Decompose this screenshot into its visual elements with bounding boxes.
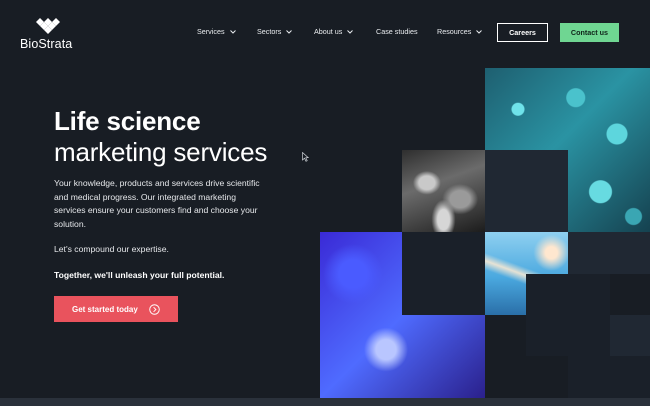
nav-label: Resources	[437, 27, 472, 36]
careers-button[interactable]: Careers	[497, 23, 548, 42]
mosaic-block	[485, 150, 568, 233]
nav-label: About us	[314, 27, 343, 36]
mosaic-block	[402, 232, 485, 315]
mosaic-block	[568, 232, 650, 274]
nav-label: Sectors	[257, 27, 282, 36]
mosaic-block	[568, 356, 650, 400]
contact-button[interactable]: Contact us	[560, 23, 619, 42]
logo-diamonds-icon	[36, 18, 60, 34]
nav-label: Case studies	[376, 27, 418, 36]
nav-item-sectors[interactable]: Sectors	[257, 27, 293, 36]
hero-line-compound: Let's compound our expertise.	[54, 244, 169, 254]
hero-title-bold: Life science	[54, 106, 201, 136]
nav-item-case-studies[interactable]: Case studies	[376, 27, 418, 36]
mouse-cursor-icon	[302, 152, 309, 162]
mosaic-block	[610, 315, 650, 356]
nav-item-services[interactable]: Services	[197, 27, 237, 36]
nav-label: Services	[197, 27, 225, 36]
page-bottom-strip	[0, 398, 650, 406]
arrow-right-circle-icon	[149, 303, 160, 315]
chevron-down-icon	[229, 29, 236, 34]
get-started-button[interactable]: Get started today	[54, 296, 178, 322]
fur-texture-image	[402, 150, 485, 232]
nav-item-about[interactable]: About us	[314, 27, 354, 36]
hero-title-light: marketing services	[54, 137, 268, 167]
get-started-label: Get started today	[72, 304, 138, 314]
hero-line-unleash: Together, we'll unleash your full potent…	[54, 270, 225, 280]
chevron-down-icon	[286, 29, 293, 34]
mosaic-block	[526, 274, 610, 356]
chevron-down-icon	[476, 29, 483, 34]
brand-name: BioStrata	[20, 37, 73, 51]
nav-item-resources[interactable]: Resources	[437, 27, 483, 36]
hero-paragraph: Your knowledge, products and services dr…	[54, 178, 260, 229]
chevron-down-icon	[347, 29, 354, 34]
